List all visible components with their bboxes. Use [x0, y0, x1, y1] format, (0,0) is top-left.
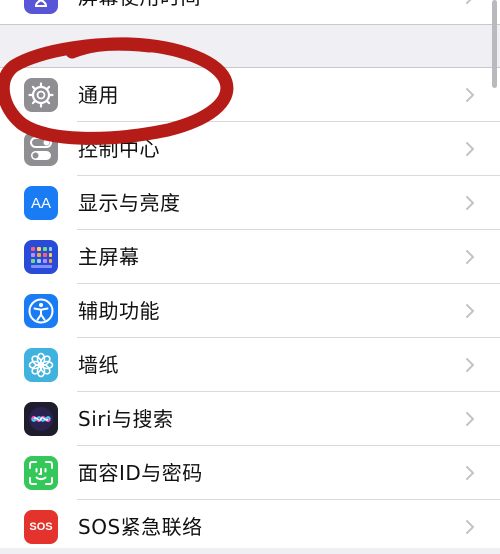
- row-label: 主屏幕: [78, 245, 140, 269]
- row-label: 控制中心: [78, 137, 160, 161]
- chevron-right-icon: [466, 0, 472, 4]
- settings-row-home-screen[interactable]: 主屏幕: [0, 230, 500, 284]
- settings-row-display-brightness[interactable]: AA 显示与亮度: [0, 176, 500, 230]
- settings-row-emergency-sos[interactable]: SOS SOS紧急联络: [0, 500, 500, 554]
- settings-row-face-id-passcode[interactable]: 面容ID与密码: [0, 446, 500, 500]
- flower-icon: [24, 348, 58, 382]
- settings-row-siri-search[interactable]: Siri与搜索: [0, 392, 500, 446]
- chevron-right-icon: [466, 142, 475, 156]
- settings-row-screen-time[interactable]: 屏幕使用时间: [0, 0, 500, 24]
- chevron-right-icon: [466, 412, 475, 426]
- face-id-icon: [24, 456, 58, 490]
- sos-icon: SOS: [24, 510, 58, 544]
- text-size-icon: AA: [24, 186, 58, 220]
- hourglass-icon: [24, 0, 58, 14]
- row-label: Siri与搜索: [78, 407, 174, 431]
- chevron-right-icon: [466, 304, 475, 318]
- settings-group: 通用 控制中心 AA 显示与亮度 主屏幕 辅助功能 墙纸 Siri与搜索 面容I…: [0, 67, 500, 548]
- toggles-icon: [24, 132, 58, 166]
- row-label: 屏幕使用时间: [78, 0, 201, 24]
- settings-row-control-center[interactable]: 控制中心: [0, 122, 500, 176]
- chevron-right-icon: [466, 250, 475, 264]
- row-label: 面容ID与密码: [78, 461, 203, 485]
- chevron-right-icon: [466, 88, 475, 102]
- chevron-right-icon: [466, 196, 475, 210]
- icon-text: AA: [30, 194, 51, 212]
- siri-icon: [24, 402, 58, 436]
- app-grid-icon: [24, 240, 58, 274]
- gear-icon: [24, 78, 58, 112]
- row-label: 显示与亮度: [78, 191, 181, 215]
- chevron-right-icon: [466, 358, 475, 372]
- scroll-indicator[interactable]: [492, 0, 497, 88]
- top-settings-group: 屏幕使用时间: [0, 0, 500, 25]
- row-label: 辅助功能: [78, 299, 160, 323]
- accessibility-icon: [24, 294, 58, 328]
- chevron-right-icon: [466, 466, 475, 480]
- settings-row-wallpaper[interactable]: 墙纸: [0, 338, 500, 392]
- row-label: SOS紧急联络: [78, 515, 203, 539]
- settings-row-accessibility[interactable]: 辅助功能: [0, 284, 500, 338]
- row-label: 墙纸: [78, 353, 119, 377]
- settings-row-general[interactable]: 通用: [0, 68, 500, 122]
- row-label: 通用: [78, 83, 119, 107]
- icon-text: SOS: [29, 521, 53, 533]
